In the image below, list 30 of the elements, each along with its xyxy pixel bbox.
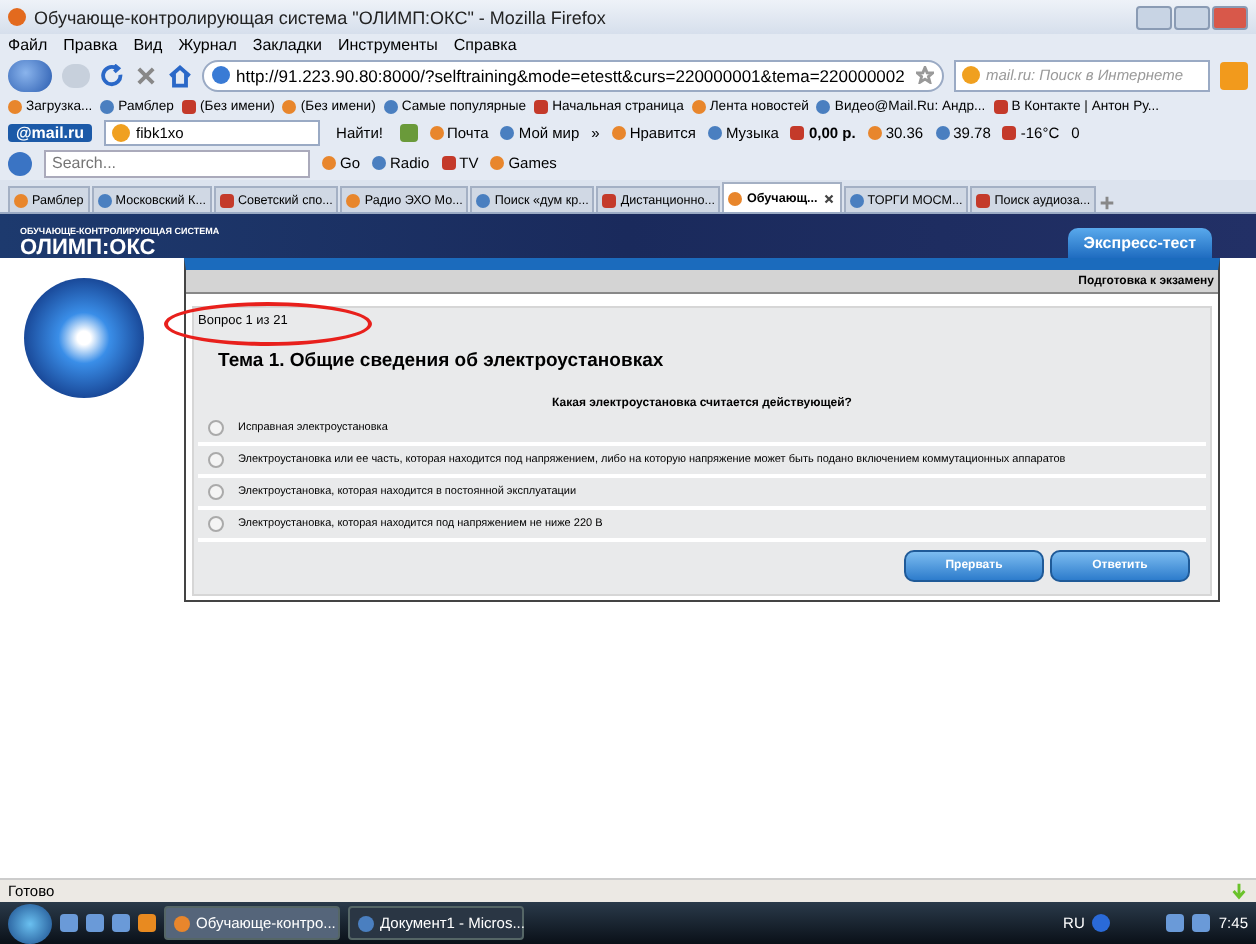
radio-button[interactable] [208, 452, 224, 468]
menu-item[interactable]: Закладки [252, 36, 323, 54]
radio-button[interactable] [208, 420, 224, 436]
topic-title: Тема 1. Общие сведения об электроустановках [218, 350, 666, 372]
mail-logo[interactable]: @mail.ru [8, 123, 93, 141]
close-button[interactable] [1212, 5, 1248, 29]
menu-item[interactable]: Правка [63, 36, 118, 54]
start-button[interactable] [8, 903, 52, 943]
search-field[interactable]: Search... [44, 149, 310, 177]
maximize-button[interactable] [1174, 5, 1210, 29]
express-test-tab[interactable]: Экспресс-тест [1067, 228, 1212, 258]
new-tab-icon[interactable] [1098, 194, 1117, 212]
menu-item[interactable]: Журнал [178, 36, 237, 54]
radio-button[interactable] [208, 516, 224, 532]
close-icon[interactable] [821, 191, 836, 205]
address-field[interactable]: http://91.223.90.80:8000/?selftraining&mode=etestt&curs=220000001&tema=220000002 [202, 59, 944, 91]
stop-icon[interactable] [134, 63, 158, 87]
menu-item[interactable]: Инструменты [338, 36, 438, 54]
window-title: Обучающе-контролирующая система "ОЛИМП:ОКС" - Mozilla Firefox [34, 7, 608, 27]
back-button[interactable] [8, 59, 52, 91]
menu-item[interactable]: Файл [8, 36, 48, 54]
radio-button[interactable] [208, 484, 224, 500]
menu-item[interactable]: Вид [133, 36, 163, 54]
menu-item[interactable]: Справка [453, 36, 517, 54]
reload-icon[interactable] [100, 63, 124, 87]
star-icon[interactable] [916, 66, 934, 84]
home-icon[interactable] [168, 63, 192, 87]
minimize-button[interactable] [1136, 5, 1172, 29]
logo-title: ОЛИМП:ОКС [20, 236, 158, 260]
download-icon[interactable] [1230, 882, 1248, 900]
